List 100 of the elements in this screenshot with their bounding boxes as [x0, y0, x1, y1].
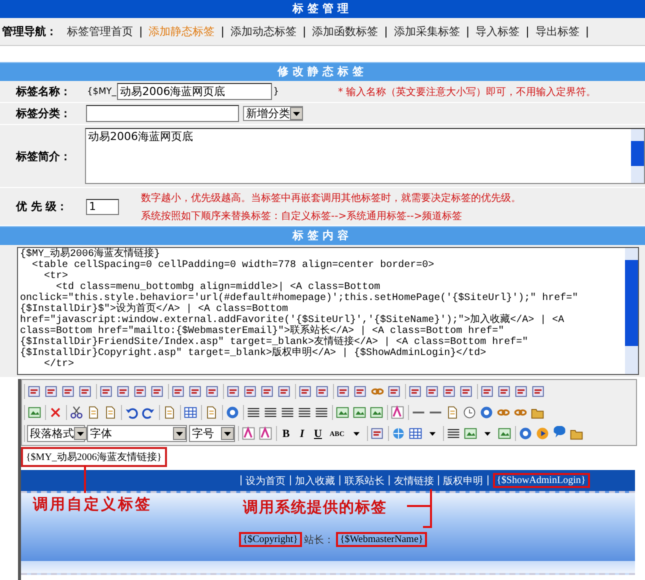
- cross-icon[interactable]: [48, 405, 63, 420]
- align-icon[interactable]: [446, 426, 461, 441]
- play-icon[interactable]: [535, 426, 550, 441]
- align-icon[interactable]: [246, 405, 261, 420]
- prefix-text: {$MY_: [87, 86, 116, 96]
- image-icon[interactable]: [27, 405, 42, 420]
- section-header: 修改静态标签: [0, 62, 645, 81]
- clock-icon[interactable]: [462, 405, 477, 420]
- tag-icon[interactable]: [226, 384, 241, 399]
- nav-link[interactable]: 导出标签: [535, 24, 580, 39]
- nav-link[interactable]: 添加动态标签: [230, 24, 296, 39]
- footer-link[interactable]: 加入收藏: [295, 474, 336, 488]
- code-field[interactable]: {$MY_动易2006海蓝友情链接} <table cellSpacing=0 cellPadding=0 width=778 align=center border=0> <tr> <td class=menu_bottombg align=middle>| <A class=Bottom onclick="this.style.behavior='url(#default#homepage)';this.setHomePage('{$SiteUrl}');" href="{$InstallDir}$">设为首页</A> | <A class=Bottom href="javascript:window.external.addFavorite('{$SiteUrl}','{$SiteName}');">加入收藏</A> | <A class=Bottom href="mailto:{$WebmasterEmail}">联系站长</A> | <A class=Bottom href="{$InstallDir}FriendSite/Index.asp" target=_blank>友情链接</A> | <A class=Bottom href="{$InstallDir}Copyright.asp" target=_blank>版权申明</A> | {$ShowAdminLogin}</td> </tr>: [17, 247, 639, 375]
- name-field[interactable]: 动易2006海蓝网页底: [117, 83, 272, 100]
- document-icon[interactable]: [162, 405, 177, 420]
- tag-icon[interactable]: [27, 384, 42, 399]
- tag-icon[interactable]: [150, 384, 165, 399]
- webmaster-label: 站长：: [304, 534, 334, 546]
- separator: |: [466, 25, 470, 38]
- tag-icon[interactable]: [298, 384, 313, 399]
- category-select[interactable]: 新增分类: [243, 106, 303, 121]
- separator: |: [387, 475, 391, 486]
- scissors-icon[interactable]: [69, 405, 84, 420]
- image-icon[interactable]: [352, 405, 367, 420]
- undo-icon[interactable]: [124, 405, 139, 420]
- tag-icon[interactable]: [387, 384, 402, 399]
- format-button[interactable]: I: [295, 428, 309, 440]
- tag-icon[interactable]: [497, 384, 512, 399]
- format-button[interactable]: U: [311, 428, 325, 440]
- nav-link[interactable]: 标签管理首页: [67, 24, 133, 39]
- format-select[interactable]: 字号: [189, 425, 235, 442]
- tag-icon[interactable]: [277, 384, 292, 399]
- nav-link[interactable]: 添加采集标签: [394, 24, 460, 39]
- tag-icon[interactable]: [425, 384, 440, 399]
- image-icon[interactable]: [369, 405, 384, 420]
- header-bar: 标签管理: [0, 0, 645, 18]
- tag-icon[interactable]: [370, 426, 385, 441]
- tag-icon[interactable]: [260, 384, 275, 399]
- nav-link[interactable]: 导入标签: [476, 24, 520, 39]
- hint-text: * 输入名称（英文要注意大小写）即可，不用输入定界符。: [338, 86, 596, 98]
- tag-icon[interactable]: [514, 384, 529, 399]
- webmaster-tag: {$WebmasterName}: [336, 532, 428, 547]
- image-icon[interactable]: [335, 405, 350, 420]
- tag-icon[interactable]: [315, 384, 330, 399]
- tag-icon[interactable]: [459, 384, 474, 399]
- tag-icon[interactable]: [243, 384, 258, 399]
- tag-icon[interactable]: [188, 384, 203, 399]
- tag-icon[interactable]: [336, 384, 351, 399]
- globe-icon[interactable]: [391, 426, 406, 441]
- table-icon[interactable]: [408, 426, 423, 441]
- priority-field[interactable]: 1: [86, 198, 119, 214]
- tag-icon[interactable]: [171, 384, 186, 399]
- align-icon[interactable]: [314, 405, 329, 420]
- separator: |: [585, 25, 590, 38]
- redo-icon[interactable]: [141, 405, 156, 420]
- tag-icon[interactable]: [353, 384, 368, 399]
- intro-field[interactable]: 动易2006海蓝网页底: [85, 128, 645, 184]
- tag-icon[interactable]: [78, 384, 93, 399]
- tag-icon[interactable]: [408, 384, 423, 399]
- field-label: 标签简介：: [14, 148, 72, 164]
- align-icon[interactable]: [263, 405, 278, 420]
- category-field[interactable]: [86, 105, 239, 122]
- format-select[interactable]: 字体: [87, 425, 187, 442]
- align-icon[interactable]: [297, 405, 312, 420]
- section-header: 标签内容: [0, 226, 645, 245]
- separator: |: [288, 475, 292, 486]
- document-icon[interactable]: [204, 405, 219, 420]
- tag-icon[interactable]: [116, 384, 131, 399]
- separator: |: [220, 25, 224, 38]
- nav-label: 管理导航：: [2, 24, 57, 39]
- tag-icon[interactable]: [99, 384, 114, 399]
- tag-icon[interactable]: [61, 384, 76, 399]
- tag-icon[interactable]: [480, 384, 495, 399]
- document-icon[interactable]: [86, 405, 101, 420]
- footer-link[interactable]: 版权申明: [443, 474, 484, 488]
- footer-link[interactable]: 设为首页: [246, 474, 286, 488]
- table-icon[interactable]: [183, 405, 198, 420]
- footer-link[interactable]: 联系站长: [344, 474, 384, 488]
- format-select[interactable]: 段落格式: [27, 425, 85, 442]
- intro-scrollbar[interactable]: [631, 129, 644, 183]
- footer-link[interactable]: 友情链接: [394, 474, 434, 488]
- separator: |: [486, 475, 490, 486]
- image-icon[interactable]: [463, 426, 478, 441]
- document-icon[interactable]: [445, 405, 460, 420]
- separator: |: [526, 25, 530, 38]
- tag-icon[interactable]: [531, 384, 546, 399]
- tag-icon[interactable]: [205, 384, 220, 399]
- code-scrollbar[interactable]: [625, 248, 638, 374]
- separator: |: [302, 25, 306, 38]
- tag-icon[interactable]: [442, 384, 457, 399]
- admin-tag: {$ShowAdminLogin}: [492, 473, 590, 488]
- suffix-text: }: [273, 86, 279, 96]
- tag-icon[interactable]: [44, 384, 59, 399]
- nav-link[interactable]: 添加函数标签: [312, 24, 378, 39]
- image-icon[interactable]: [497, 426, 512, 441]
- leader-line: [84, 465, 86, 493]
- document-icon[interactable]: [103, 405, 118, 420]
- align-icon[interactable]: [280, 405, 295, 420]
- format-button[interactable]: B: [279, 428, 293, 440]
- tag-icon[interactable]: [133, 384, 148, 399]
